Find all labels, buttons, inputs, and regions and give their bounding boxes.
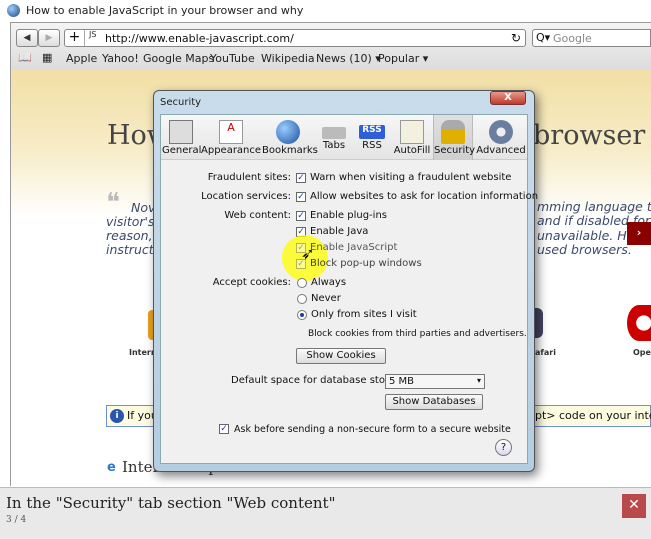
rss-icon: RSS	[359, 125, 385, 139]
browser-label-opera[interactable]: Ope	[633, 348, 651, 357]
tab-label: Bookmarks	[262, 145, 318, 156]
cookies-always-option: Always	[311, 277, 347, 288]
tab-label: RSS	[362, 140, 382, 151]
bookmark-yahoo[interactable]: Yahoo!	[102, 52, 139, 65]
plugins-option: Enable plug-ins	[310, 210, 387, 221]
search-input[interactable]: Q▾ Google	[532, 29, 651, 47]
db-storage-value: 5 MB	[389, 376, 415, 387]
javascript-option: Enable JavaScript	[310, 242, 398, 253]
bookmark-google-maps[interactable]: Google Maps	[143, 52, 214, 65]
appearance-font-icon: A	[219, 120, 243, 144]
bookmark-popular[interactable]: Popular ▾	[378, 52, 428, 65]
add-bookmark-button[interactable]: +	[65, 30, 85, 46]
opera-logo-icon	[627, 305, 651, 341]
dialog-close-button[interactable]: X	[490, 91, 526, 105]
quote-line: instructi	[106, 242, 158, 257]
caption-close-button[interactable]: ✕	[622, 494, 646, 518]
bookmark-apple[interactable]: Apple	[66, 52, 97, 65]
forward-button[interactable]: ▶	[38, 29, 60, 47]
bookmark-youtube[interactable]: YouTube	[210, 52, 255, 65]
general-switch-icon	[169, 120, 193, 144]
fraudulent-checkbox[interactable]: ✓	[296, 173, 306, 183]
caption-bar: In the "Security" tab section "Web conte…	[0, 487, 651, 539]
info-icon: i	[110, 409, 124, 423]
cookies-visited-radio[interactable]	[297, 310, 307, 320]
quote-line: visitor's	[106, 214, 155, 229]
cookies-never-option: Never	[311, 293, 341, 304]
dialog-title: Security	[160, 97, 202, 108]
search-icon: Q▾	[536, 31, 551, 44]
page-heading-right: browser	[533, 120, 646, 151]
bookmark-news[interactable]: News (10) ▾	[316, 52, 381, 65]
show-databases-button[interactable]: Show Databases	[385, 394, 483, 410]
advanced-gear-icon	[489, 120, 513, 144]
dialog-content	[160, 114, 528, 464]
tab-label: Tabs	[322, 140, 346, 151]
reload-icon[interactable]: ↻	[511, 31, 521, 45]
browser-label-safari[interactable]: afari	[535, 348, 556, 357]
location-label: Location services:	[201, 191, 291, 202]
cookies-never-radio[interactable]	[297, 294, 307, 304]
java-option: Enable Java	[310, 226, 369, 237]
popup-option: Block pop-up windows	[310, 258, 422, 269]
tab-label: AutoFill	[393, 145, 431, 156]
autofill-pencil-icon	[400, 120, 424, 144]
bookmark-wikipedia[interactable]: Wikipedia	[261, 52, 315, 65]
tabs-icon	[322, 127, 346, 139]
plugins-checkbox[interactable]: ✓	[296, 211, 306, 221]
fraudulent-option: Warn when visiting a fraudulent website	[310, 172, 512, 183]
tab-label: Security	[434, 145, 476, 156]
tab-label: Advanced	[476, 145, 526, 156]
web-content-label: Web content:	[224, 210, 291, 221]
fraudulent-label: Fraudulent sites:	[207, 172, 291, 183]
search-placeholder: Google	[553, 32, 592, 45]
quote-line: reason,	[106, 228, 153, 243]
tab-security[interactable]: Security	[433, 115, 476, 160]
book-icon[interactable]: 📖	[18, 51, 32, 64]
quote-line: used browsers.	[537, 242, 632, 257]
tab-label: Appearance	[201, 145, 262, 156]
mouse-cursor-icon: ➶	[301, 244, 315, 263]
tab-rss[interactable]: RSS RSS	[354, 115, 390, 160]
caption-counter: 3 / 4	[6, 515, 27, 525]
tab-advanced[interactable]: Advanced	[476, 115, 526, 160]
tab-bookmarks[interactable]: Bookmarks	[262, 115, 318, 160]
bookmarks-globe-icon	[276, 120, 300, 144]
location-checkbox[interactable]: ✓	[296, 192, 306, 202]
js-badge-icon: JS	[89, 30, 97, 39]
help-button[interactable]: ?	[495, 439, 512, 456]
ie-small-icon: e	[107, 460, 116, 475]
window-titlebar: How to enable JavaScript in your browser…	[0, 0, 651, 22]
top-sites-grid-icon[interactable]: ▦	[42, 51, 52, 64]
address-bar[interactable]: + JS http://www.enable-javascript.com/ ↻	[64, 29, 526, 47]
show-cookies-button[interactable]: Show Cookies	[296, 348, 386, 364]
safari-globe-icon	[7, 4, 20, 17]
security-lock-icon	[441, 120, 465, 144]
tab-autofill[interactable]: AutoFill	[392, 115, 432, 160]
cookie-note: Block cookies from third parties and adv…	[308, 329, 527, 339]
next-arrow-button[interactable]: ›	[627, 222, 651, 245]
cookies-always-radio[interactable]	[297, 278, 307, 288]
location-option: Allow websites to ask for location infor…	[310, 191, 539, 202]
window-title: How to enable JavaScript in your browser…	[26, 4, 304, 17]
info-text-right: pt> code on your intern	[535, 409, 651, 422]
ask-form-checkbox[interactable]: ✓	[219, 424, 229, 434]
tab-appearance[interactable]: A Appearance	[201, 115, 261, 160]
url-text: http://www.enable-javascript.com/	[105, 32, 294, 45]
tab-label: General	[162, 145, 202, 156]
cookies-visited-option: Only from sites I visit	[311, 309, 417, 320]
chevron-down-icon: ▾	[476, 376, 481, 385]
quote-line: mming language tha	[537, 199, 651, 214]
caption-text: In the "Security" tab section "Web conte…	[6, 494, 336, 512]
ask-form-option: Ask before sending a non-secure form to …	[234, 424, 511, 435]
cookies-label: Accept cookies:	[212, 277, 291, 288]
back-button[interactable]: ◀	[16, 29, 38, 47]
db-storage-select[interactable]: 5 MB ▾	[385, 374, 485, 389]
tab-general[interactable]: General	[162, 115, 202, 160]
tab-tabs[interactable]: Tabs	[316, 115, 352, 160]
